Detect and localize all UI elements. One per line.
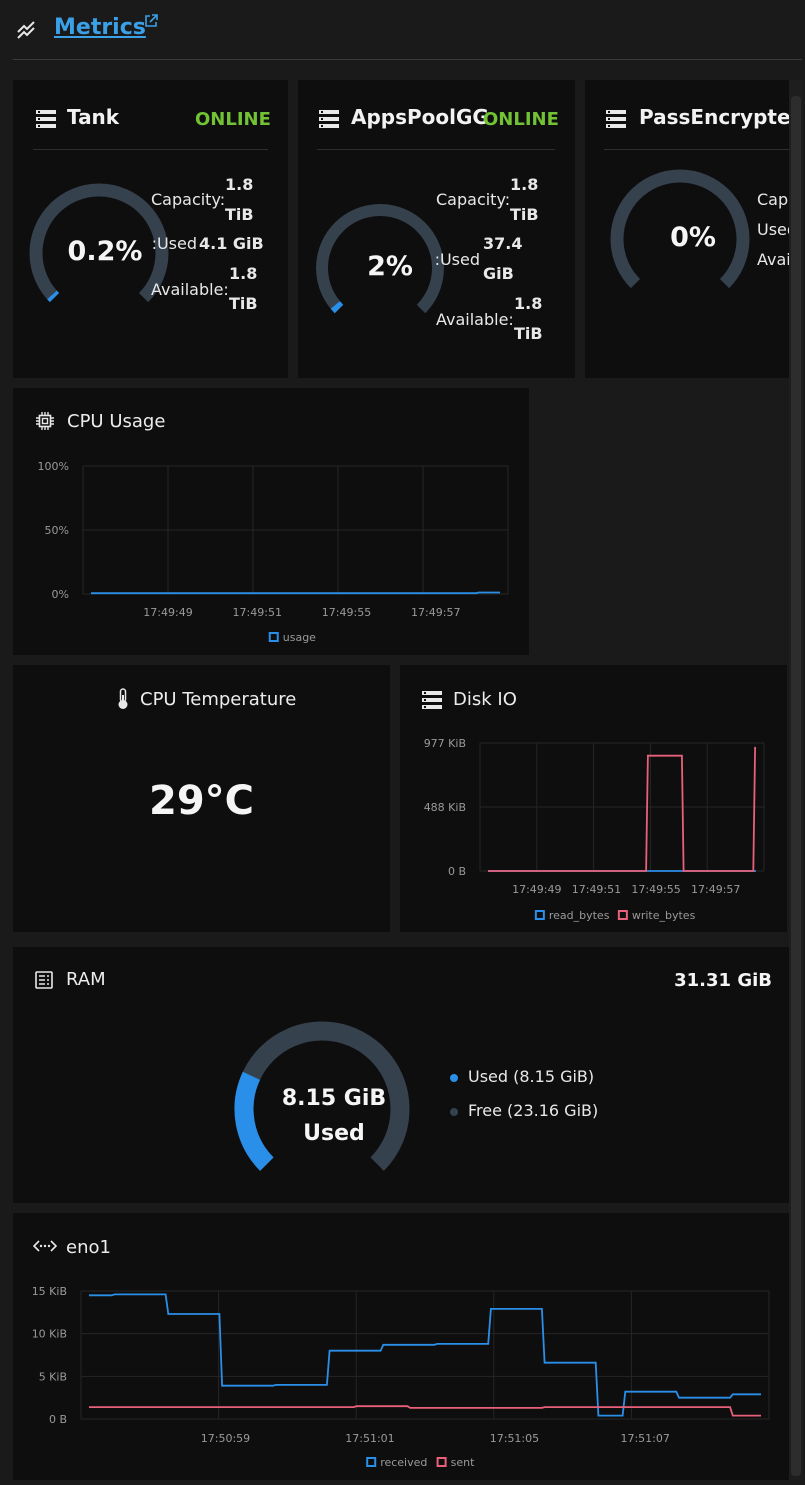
pool-capacity-label: Capacity: [151, 190, 226, 209]
y-tick-label: 0% [52, 588, 69, 601]
x-tick-label: 17:49:55 [631, 883, 680, 896]
legend-swatch[interactable] [366, 1457, 377, 1467]
disk-io-title: Disk IO [453, 689, 517, 710]
series-line-write_bytes [488, 746, 756, 872]
network-chart: 15 KiB 10 KiB 5 KiB 0 B 17:50:59 17:51:01 17:5… [32, 1285, 770, 1469]
y-tick-label: 10 KiB [32, 1328, 67, 1341]
x-tick-label: 17:51:01 [345, 1432, 394, 1445]
y-tick-label: 0 B [49, 1413, 67, 1426]
pool-used-value: 4.1 GiB [199, 234, 264, 253]
pool-status-badge: ONLINE [195, 109, 271, 130]
x-tick-label: 17:51:07 [620, 1432, 669, 1445]
y-tick-label: 100% [38, 460, 69, 473]
legend-label: Used (8.15 GiB) [468, 1067, 595, 1086]
legend-dot [450, 1108, 458, 1116]
legend-swatch[interactable] [436, 1457, 447, 1467]
pool-capacity-value: 1.8 TiB [225, 175, 254, 224]
legend-label[interactable]: received [380, 1456, 427, 1469]
gauge-fill [330, 301, 344, 314]
pool-used-label: Used: [757, 220, 789, 239]
y-tick-label: 15 KiB [32, 1285, 67, 1298]
pool-icon [606, 110, 626, 128]
series-line-usage [91, 591, 500, 595]
pool-available-value: 1.8 TiB [514, 294, 543, 343]
pool-icon [319, 110, 339, 128]
memory-icon [35, 971, 53, 989]
scrollbar-thumb[interactable] [791, 96, 801, 1476]
pool-divider [604, 149, 789, 150]
storage-icon [422, 691, 442, 709]
x-tick-label: 17:50:59 [201, 1432, 250, 1445]
pool-stats-clipped: Capacity: Used: Available: [757, 185, 789, 285]
y-tick-label: 977 KiB [424, 737, 466, 750]
legend-swatch[interactable] [268, 632, 279, 642]
gauge-fill [47, 290, 60, 303]
y-tick-label: 488 KiB [424, 801, 466, 814]
metrics-header: Metrics [0, 0, 805, 60]
pool-name: Tank [67, 105, 120, 129]
y-tick-label: 0 B [448, 865, 466, 878]
pool-name: PassEncrypted [639, 105, 789, 129]
legend-label[interactable]: read_bytes [549, 909, 610, 922]
x-tick-label: 17:49:51 [572, 883, 621, 896]
x-tick-label: 17:49:57 [691, 883, 740, 896]
cpu-usage-title: CPU Usage [67, 411, 166, 432]
pool-available-label: Available: [757, 250, 789, 269]
page-title-link[interactable]: Metrics [54, 15, 146, 40]
x-tick-label: 17:49:55 [322, 606, 371, 619]
pool-available-label: Available: [436, 310, 514, 329]
pool-capacity-value: 1.8 TiB [510, 175, 539, 224]
pool-name: AppsPoolGG [351, 105, 489, 129]
pool-percent: 0% [670, 222, 716, 253]
legend-swatch[interactable] [534, 910, 545, 920]
series-line-received [89, 1293, 761, 1417]
x-tick-label: 17:49:49 [512, 883, 561, 896]
pool-capacity-label: Capacity: [436, 190, 511, 209]
legend-label: Free (23.16 GiB) [468, 1101, 599, 1120]
cpu-temperature-value: 29°C [148, 778, 255, 824]
pool-icon [36, 110, 56, 128]
x-tick-label: 17:49:57 [411, 606, 460, 619]
legend-swatch[interactable] [617, 910, 628, 920]
cpu-usage-chart: 100% 50% 0% 17:49:49 17:49:51 17:49:55 17:49:5… [38, 460, 509, 644]
y-tick-label: 50% [45, 524, 69, 537]
ram-used-value: 8.15 GiB [281, 1086, 387, 1111]
y-tick-label: 5 KiB [39, 1370, 67, 1383]
ram-title: RAM [66, 969, 106, 990]
pool-percent: 2% [367, 251, 413, 282]
x-tick-label: 17:49:49 [143, 606, 192, 619]
pool-divider [317, 149, 555, 150]
network-title: eno1 [66, 1237, 111, 1258]
series-line-sent [89, 1405, 761, 1417]
x-tick-label: 17:49:51 [233, 606, 282, 619]
pool-used-label: Used: [436, 250, 480, 269]
cpu-temperature-title: CPU Temperature [140, 689, 297, 710]
pool-capacity-label: Capacity: [757, 190, 789, 209]
legend-label[interactable]: sent [451, 1456, 475, 1469]
legend-label[interactable]: usage [283, 631, 316, 644]
network-icon [33, 1240, 57, 1252]
pool-percent: 0.2% [67, 236, 143, 267]
pool-available-value: 1.8 TiB [229, 264, 258, 313]
cpu-icon [36, 412, 54, 430]
pool-available-label: Available: [151, 280, 229, 299]
x-tick-label: 17:51:05 [490, 1432, 539, 1445]
ram-used-label: Used [303, 1121, 365, 1146]
legend-label[interactable]: write_bytes [632, 909, 696, 922]
chart-line-icon [17, 21, 35, 39]
pool-divider [33, 149, 268, 150]
header-divider [13, 59, 802, 60]
disk-io-chart: 977 KiB 488 KiB 0 B 17:49:49 17:49:51 17:49:5… [424, 737, 765, 922]
pool-used-label: Used: [151, 234, 197, 253]
pool-used-value: 37.4 GiB [483, 234, 523, 283]
pool-status-badge: ONLINE [483, 109, 559, 130]
ram-total: 31.31 GiB [674, 970, 772, 991]
external-link-icon[interactable] [144, 14, 158, 28]
legend-dot [450, 1074, 458, 1082]
thermometer-icon [118, 688, 128, 709]
